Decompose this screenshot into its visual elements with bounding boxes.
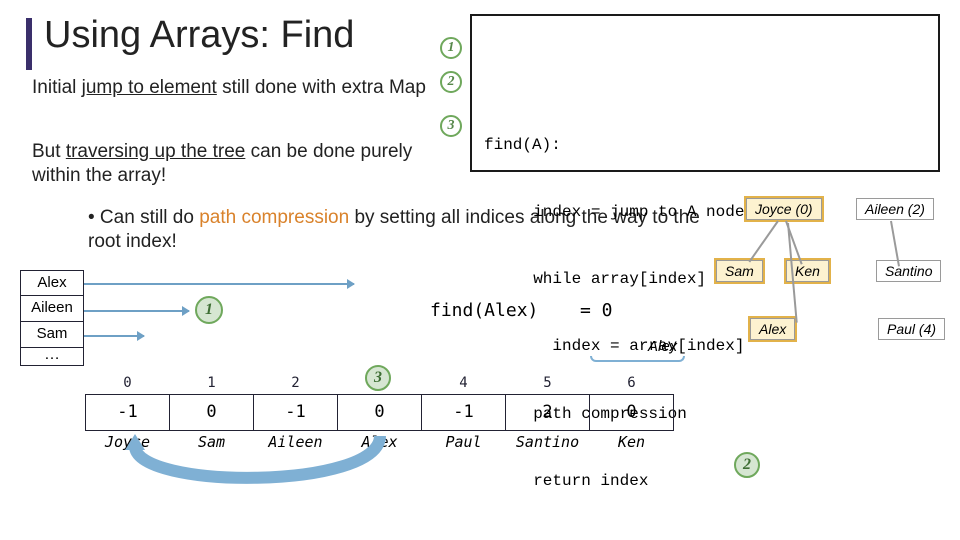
text: Initial — [32, 77, 82, 98]
arrow-alex — [84, 283, 354, 285]
pseudocode-box: 1 2 3 find(A): index = jump to A node's … — [470, 14, 940, 172]
text-underline: traversing up the tree — [66, 141, 246, 162]
find-result: = 0 — [580, 300, 613, 321]
arrow-aileen — [84, 310, 189, 312]
tree-node-aileen: Aileen (2) — [856, 198, 934, 220]
tree-node-santino: Santino — [876, 260, 941, 282]
array-value-row: -1 0 -1 0 -1 2 0 — [86, 394, 674, 430]
array-index: 1 — [170, 372, 254, 394]
tree-node-alex: Alex — [750, 318, 795, 340]
path-compression-arrow — [85, 430, 685, 510]
tree-node-sam: Sam — [716, 260, 763, 282]
code-line: find(A): — [484, 134, 928, 156]
map-item: Sam — [20, 322, 84, 348]
tree-node-paul: Paul (4) — [878, 318, 945, 340]
array-index: 6 — [590, 372, 674, 394]
array-cell: 0 — [338, 394, 422, 430]
array-cell: -1 — [86, 394, 170, 430]
paragraph-2: But traversing up the tree can be done p… — [32, 140, 462, 188]
text-underline: jump to element — [82, 77, 217, 98]
array-index: 4 — [422, 372, 506, 394]
tree-node-joyce: Joyce (0) — [746, 198, 822, 220]
accent-bar — [26, 18, 32, 70]
find-call-text: find(Alex) — [430, 300, 538, 321]
step-badge-1: 1 — [440, 37, 462, 59]
array-cell: -1 — [254, 394, 338, 430]
array-step-badge-3: 3 — [365, 365, 391, 391]
text: • Can still do — [88, 207, 199, 228]
lookup-step-badge: 1 — [195, 296, 223, 324]
text-highlight: path compression — [199, 207, 349, 228]
map-item: Aileen — [20, 296, 84, 322]
array-cell: 0 — [590, 394, 674, 430]
tree-diagram: Joyce (0) Aileen (2) Sam Ken Alex Santin… — [706, 190, 946, 390]
map-item: Alex — [20, 270, 84, 296]
array-cell: -1 — [422, 394, 506, 430]
array-index: 0 — [86, 372, 170, 394]
page-title: Using Arrays: Find — [44, 14, 354, 57]
array-cell: 2 — [506, 394, 590, 430]
map-column: Alex Aileen Sam … — [20, 270, 84, 366]
text: But — [32, 141, 66, 162]
step-badge-2: 2 — [440, 71, 462, 93]
array-index: 5 — [506, 372, 590, 394]
array-index: 2 — [254, 372, 338, 394]
tree-edge — [749, 220, 779, 262]
step-badge-3: 3 — [440, 115, 462, 137]
array-step-badge-2: 2 — [734, 452, 760, 478]
map-item-ellipsis: … — [20, 348, 84, 366]
alex-pointer-label: Alex — [648, 338, 677, 355]
array-cell: 0 — [170, 394, 254, 430]
arrow-sam — [84, 335, 144, 337]
text: still done with extra Map — [217, 77, 426, 98]
alex-bracket — [590, 356, 685, 362]
paragraph-1: Initial jump to element still done with … — [32, 76, 462, 100]
